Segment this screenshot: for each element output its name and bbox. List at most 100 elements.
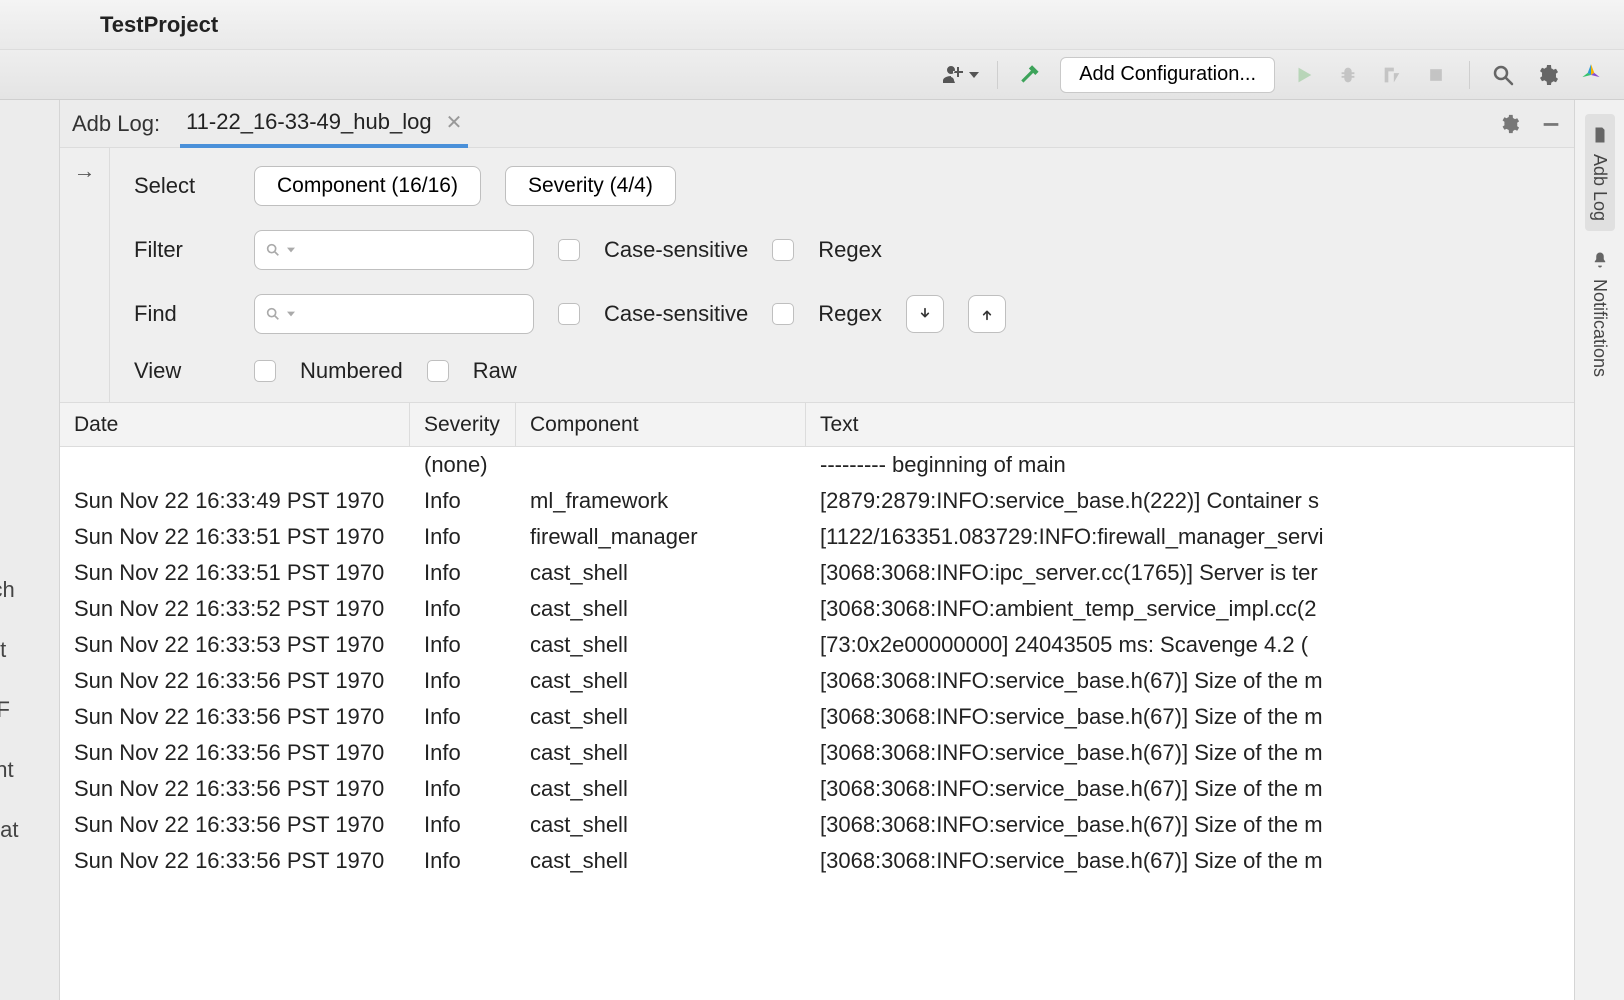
table-row[interactable]: Sun Nov 22 16:33:56 PST 1970Infocast_she… (60, 843, 1574, 879)
stop-icon[interactable] (1421, 60, 1451, 90)
cell-text: [3068:3068:INFO:ambient_temp_service_imp… (806, 591, 1574, 627)
table-row[interactable]: (none) --------- beginning of main (60, 447, 1574, 483)
hammer-build-icon[interactable] (1016, 60, 1046, 90)
find-next-down-button[interactable] (906, 295, 944, 333)
log-table: Date Severity Component Text (none) -----… (60, 403, 1574, 1000)
raw-checkbox[interactable] (427, 360, 449, 382)
left-gutter-item[interactable]: arch (0, 577, 59, 603)
panel-gear-icon[interactable] (1498, 113, 1520, 135)
find-label: Find (134, 301, 244, 327)
cell-text: [3068:3068:INFO:service_base.h(67)] Size… (806, 735, 1574, 771)
cell-date: Sun Nov 22 16:33:56 PST 1970 (60, 699, 410, 735)
cell-severity: Info (410, 699, 516, 735)
cell-component: cast_shell (516, 699, 806, 735)
cell-date (60, 447, 410, 483)
sidebar-tab-label: Notifications (1589, 279, 1610, 377)
find-case-sensitive-checkbox[interactable] (558, 303, 580, 325)
cell-date: Sun Nov 22 16:33:49 PST 1970 (60, 483, 410, 519)
column-header-text[interactable]: Text (806, 403, 1574, 446)
close-icon[interactable]: ✕ (446, 110, 463, 135)
cell-text: [3068:3068:INFO:service_base.h(67)] Size… (806, 699, 1574, 735)
cell-component: ml_framework (516, 483, 806, 519)
table-row[interactable]: Sun Nov 22 16:33:51 PST 1970Infofirewall… (60, 519, 1574, 555)
cell-component: firewall_manager (516, 519, 806, 555)
left-gutter-item[interactable]: vigat (0, 817, 59, 843)
left-toolwindow-strip: arch ject to F cent vigat (0, 100, 60, 1000)
logo-icon[interactable] (1576, 60, 1606, 90)
sidebar-tab-label: Adb Log (1589, 154, 1610, 221)
log-tab[interactable]: 11-22_16-33-49_hub_log ✕ (180, 101, 468, 148)
table-row[interactable]: Sun Nov 22 16:33:56 PST 1970Infocast_she… (60, 735, 1574, 771)
left-gutter-item[interactable]: cent (0, 757, 59, 783)
filter-regex-checkbox[interactable] (772, 239, 794, 261)
cell-component: cast_shell (516, 663, 806, 699)
cell-date: Sun Nov 22 16:33:53 PST 1970 (60, 627, 410, 663)
cell-component: cast_shell (516, 735, 806, 771)
controls-gutter: → (60, 148, 110, 402)
run-play-icon[interactable] (1289, 60, 1319, 90)
filter-case-sensitive-checkbox[interactable] (558, 239, 580, 261)
numbered-label: Numbered (300, 358, 403, 384)
table-header: Date Severity Component Text (60, 403, 1574, 447)
cell-text: [2879:2879:INFO:service_base.h(222)] Con… (806, 483, 1574, 519)
cell-text: [3068:3068:INFO:service_base.h(67)] Size… (806, 807, 1574, 843)
table-row[interactable]: Sun Nov 22 16:33:51 PST 1970Infocast_she… (60, 555, 1574, 591)
log-controls: Select Component (16/16) Severity (4/4) … (110, 148, 1574, 402)
titlebar: TestProject (0, 0, 1624, 50)
toolbar-separator (997, 61, 998, 89)
find-case-sensitive-label: Case-sensitive (604, 301, 748, 327)
gear-settings-icon[interactable] (1532, 60, 1562, 90)
filter-label: Filter (134, 237, 244, 263)
column-header-date[interactable]: Date (60, 403, 410, 446)
find-input[interactable] (254, 294, 534, 334)
numbered-checkbox[interactable] (254, 360, 276, 382)
cell-date: Sun Nov 22 16:33:51 PST 1970 (60, 519, 410, 555)
cell-date: Sun Nov 22 16:33:56 PST 1970 (60, 807, 410, 843)
table-row[interactable]: Sun Nov 22 16:33:56 PST 1970Infocast_she… (60, 699, 1574, 735)
cell-component: cast_shell (516, 807, 806, 843)
cell-component: cast_shell (516, 771, 806, 807)
minimize-icon[interactable] (1540, 113, 1562, 135)
cell-date: Sun Nov 22 16:33:56 PST 1970 (60, 663, 410, 699)
sidebar-tab-adb-log[interactable]: Adb Log (1585, 114, 1615, 231)
component-select-button[interactable]: Component (16/16) (254, 166, 481, 206)
add-configuration-button[interactable]: Add Configuration... (1060, 57, 1275, 93)
debug-bug-icon[interactable] (1333, 60, 1363, 90)
table-row[interactable]: Sun Nov 22 16:33:56 PST 1970Infocast_she… (60, 807, 1574, 843)
search-icon[interactable] (1488, 60, 1518, 90)
filter-input[interactable] (254, 230, 534, 270)
toolbar-separator (1469, 61, 1470, 89)
table-row[interactable]: Sun Nov 22 16:33:52 PST 1970Infocast_she… (60, 591, 1574, 627)
panel-tabstrip: Adb Log: 11-22_16-33-49_hub_log ✕ (60, 100, 1574, 148)
sidebar-tab-notifications[interactable]: Notifications (1589, 241, 1611, 385)
user-icon[interactable] (941, 60, 979, 90)
cell-text: [3068:3068:INFO:service_base.h(67)] Size… (806, 663, 1574, 699)
cell-component: cast_shell (516, 591, 806, 627)
severity-select-button[interactable]: Severity (4/4) (505, 166, 676, 206)
project-title: TestProject (100, 12, 218, 38)
find-regex-checkbox[interactable] (772, 303, 794, 325)
cell-text: [73:0x2e00000000] 24043505 ms: Scavenge … (806, 627, 1574, 663)
table-row[interactable]: Sun Nov 22 16:33:49 PST 1970Infoml_frame… (60, 483, 1574, 519)
table-row[interactable]: Sun Nov 22 16:33:56 PST 1970Infocast_she… (60, 771, 1574, 807)
find-regex-label: Regex (818, 301, 882, 327)
column-header-component[interactable]: Component (516, 403, 806, 446)
left-gutter-item[interactable]: to F (0, 697, 59, 723)
cell-text: [3068:3068:INFO:ipc_server.cc(1765)] Ser… (806, 555, 1574, 591)
cell-date: Sun Nov 22 16:33:51 PST 1970 (60, 555, 410, 591)
cell-date: Sun Nov 22 16:33:52 PST 1970 (60, 591, 410, 627)
table-body: (none)--------- beginning of mainSun Nov… (60, 447, 1574, 879)
cell-text: [3068:3068:INFO:service_base.h(67)] Size… (806, 771, 1574, 807)
cell-severity: (none) (410, 447, 516, 483)
arrow-right-icon[interactable]: → (74, 158, 96, 402)
table-row[interactable]: Sun Nov 22 16:33:53 PST 1970Infocast_she… (60, 627, 1574, 663)
column-header-severity[interactable]: Severity (410, 403, 516, 446)
raw-label: Raw (473, 358, 517, 384)
table-row[interactable]: Sun Nov 22 16:33:56 PST 1970Infocast_she… (60, 663, 1574, 699)
panel-name-label: Adb Log: (72, 111, 160, 137)
left-gutter-item[interactable]: ject (0, 637, 59, 663)
view-label: View (134, 358, 244, 384)
coverage-icon[interactable] (1377, 60, 1407, 90)
cell-text: --------- beginning of main (806, 447, 1574, 483)
find-prev-up-button[interactable] (968, 295, 1006, 333)
